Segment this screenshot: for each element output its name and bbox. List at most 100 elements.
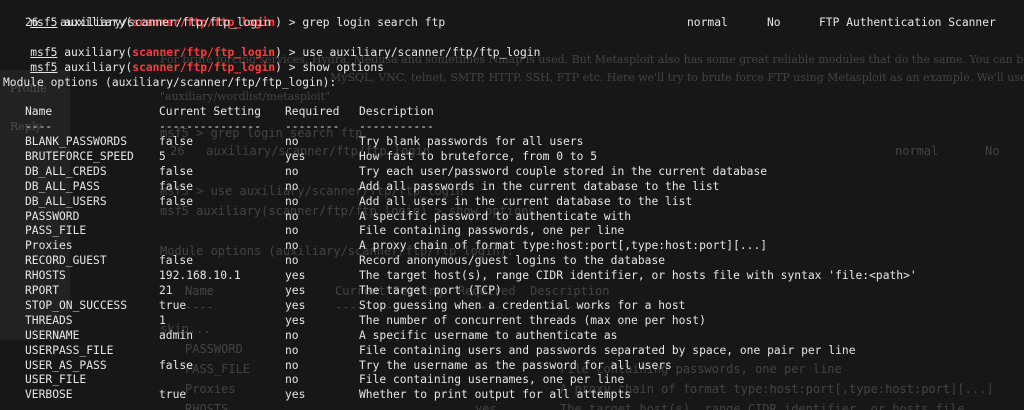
- option-required: no: [285, 343, 299, 357]
- option-required: yes: [285, 269, 306, 283]
- option-name: PASSWORD: [25, 209, 80, 223]
- option-current-setting: false: [159, 164, 194, 178]
- option-description: Add all users in the current database to…: [359, 194, 693, 208]
- option-current-setting: 192.168.10.1: [159, 269, 241, 283]
- option-description: A proxy chain of format type:host:port[,…: [359, 239, 768, 253]
- search-result-row: 26 auxiliary/scanner/ftp/ftp_login norma…: [3, 15, 1023, 30]
- prompt-line: msf5 auxiliary(scanner/ftp/ftp_login) > …: [30, 16, 446, 29]
- option-description: Record anonymous/guest logins to the dat…: [359, 254, 666, 268]
- result-index: 26: [25, 16, 39, 29]
- result-check: No: [767, 16, 781, 29]
- option-description: File containing users and passwords sepa…: [359, 343, 856, 357]
- option-row: THREADS 1 yes The number of concurrent thre…: [3, 313, 1023, 328]
- option-description: How fast to bruteforce, from 0 to 5: [359, 149, 598, 163]
- option-name: Proxies: [25, 239, 73, 253]
- option-row: DB_ALL_PASS false no Add all passwords in t…: [3, 179, 1023, 194]
- column-required: Required: [285, 105, 340, 118]
- option-description: A specific username to authenticate as: [359, 328, 618, 342]
- option-row: RPORT 21 yes The target port (TCP): [3, 283, 1023, 298]
- option-row: STOP_ON_SUCCESS true yes Stop guessing when…: [3, 298, 1023, 313]
- option-required: yes: [285, 149, 306, 163]
- option-description: Add all passwords in the current databas…: [359, 179, 720, 193]
- column-description: Description: [359, 105, 434, 118]
- option-name: USER_FILE: [25, 373, 87, 387]
- column-name: Name: [25, 105, 53, 118]
- prompt-line: msf5 auxiliary(scanner/ftp/ftp_login) > …: [30, 46, 541, 59]
- option-name: DB_ALL_CREDS: [25, 164, 107, 178]
- options-table-divider: ---- --------------- -------- ----------…: [25, 120, 434, 133]
- option-row: RHOSTS 192.168.10.1 yes The target host(s),…: [3, 268, 1023, 283]
- prompt-label: msf5: [30, 61, 58, 74]
- option-name: DB_ALL_PASS: [25, 179, 100, 193]
- option-row: RECORD_GUEST false no Record anonymous/gues…: [3, 253, 1023, 268]
- option-row: DB_ALL_USERS false no Add all users in the …: [3, 194, 1023, 209]
- option-required: yes: [285, 313, 306, 327]
- option-row: PASS_FILE no File containing passwords, on…: [3, 223, 1023, 238]
- option-required: no: [285, 179, 299, 193]
- background-article-line: MySQL, VNC, telnet, SMTP, HTTP, SSH, FTP…: [330, 71, 1024, 84]
- option-description: Try blank passwords for all users: [359, 135, 584, 148]
- option-required: no: [285, 164, 299, 178]
- option-required: no: [285, 239, 299, 253]
- option-required: no: [285, 194, 299, 208]
- option-name: BLANK_PASSWORDS: [25, 135, 128, 148]
- background-article-line: "auxiliary/wordlist/metasploit": [160, 90, 331, 103]
- option-required: yes: [285, 388, 306, 402]
- prompt-line: msf5 auxiliary(scanner/ftp/ftp_login) > …: [30, 61, 384, 74]
- option-name: RECORD_GUEST: [25, 254, 107, 268]
- option-row: USER_AS_PASS false no Try the username as t…: [3, 358, 1023, 373]
- option-description: A specific password to authenticate with: [359, 209, 632, 223]
- option-row: PASSWORD no A specific password to authent…: [3, 209, 1023, 224]
- option-required: no: [285, 328, 299, 342]
- option-required: no: [285, 135, 299, 148]
- terminal-window[interactable]: Profile Reply For brute forcing services…: [0, 0, 1024, 410]
- option-required: no: [285, 373, 299, 387]
- option-required: no: [285, 254, 299, 268]
- option-name: USERPASS_FILE: [25, 343, 114, 357]
- option-row: USERPASS_FILE no File containing users and…: [3, 343, 1023, 358]
- option-name: THREADS: [25, 313, 73, 327]
- option-description: The target port (TCP): [359, 284, 502, 297]
- option-current-setting: 21: [159, 284, 173, 297]
- result-rank: normal: [687, 16, 728, 29]
- command-text: show options: [302, 61, 384, 74]
- option-description: The target host(s), range CIDR identifie…: [359, 269, 917, 283]
- option-description: Stop guessing when a credential works fo…: [359, 298, 686, 312]
- option-row: USER_FILE no File containing usernames, on…: [3, 372, 1023, 387]
- option-required: no: [285, 358, 299, 372]
- option-required: yes: [285, 284, 306, 297]
- background-mirror-line: RHOSTS: [185, 402, 229, 410]
- option-description: File containing usernames, one per line: [359, 373, 625, 387]
- option-description: The number of concurrent threads (max on…: [359, 313, 706, 327]
- option-description: Whether to print output for all attempts: [359, 388, 632, 402]
- background-mirror-line: yes: [475, 402, 497, 410]
- option-current-setting: true: [159, 388, 187, 402]
- option-current-setting: false: [159, 135, 194, 148]
- column-current-setting: Current Setting: [159, 105, 262, 118]
- option-current-setting: admin: [159, 328, 194, 342]
- option-name: USERNAME: [25, 328, 80, 342]
- option-current-setting: true: [159, 298, 187, 312]
- option-description: File containing passwords, one per line: [359, 224, 625, 238]
- option-name: PASS_FILE: [25, 224, 87, 238]
- option-current-setting: 5: [159, 149, 166, 163]
- option-row: Proxies no A proxy chain of format type:ho…: [3, 238, 1023, 253]
- option-current-setting: false: [159, 254, 194, 268]
- options-table-header: Name Current Setting Required Descriptio…: [3, 104, 1023, 119]
- option-current-setting: false: [159, 194, 194, 208]
- module-options-header: Module options (auxiliary/scanner/ftp/ft…: [3, 76, 337, 89]
- option-row: DB_ALL_CREDS false no Try each user/passwor…: [3, 164, 1023, 179]
- option-row: USERNAME admin no A specific username to au…: [3, 328, 1023, 343]
- option-name: STOP_ON_SUCCESS: [25, 298, 128, 312]
- option-name: RHOSTS: [25, 269, 66, 283]
- option-description: Try the username as the password for all…: [359, 358, 672, 372]
- option-required: no: [285, 224, 299, 238]
- option-name: USER_AS_PASS: [25, 358, 107, 372]
- option-current-setting: false: [159, 179, 194, 193]
- option-description: Try each user/password couple stored in …: [359, 164, 768, 178]
- option-name: DB_ALL_USERS: [25, 194, 107, 208]
- option-name: BRUTEFORCE_SPEED: [25, 149, 134, 163]
- option-required: yes: [285, 298, 306, 312]
- result-name: auxiliary/scanner/ftp/ftp_login: [60, 16, 271, 29]
- option-current-setting: 1: [159, 313, 166, 327]
